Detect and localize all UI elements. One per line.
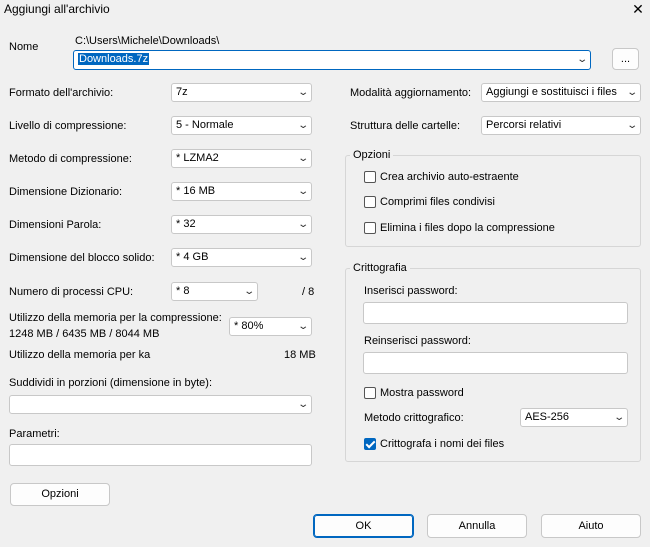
password-label: Inserisci password: <box>364 285 458 297</box>
chevron-down-icon[interactable]: ⌄ <box>576 51 588 68</box>
chevron-down-icon: ⌄ <box>242 286 255 297</box>
checkbox-box[interactable] <box>364 171 376 183</box>
checkbox-checked-icon[interactable] <box>364 438 376 450</box>
encryption-method-label: Metodo crittografico: <box>364 412 464 424</box>
memory-select[interactable]: * 80% ⌄ <box>229 317 312 336</box>
encryption-group-title: Crittografia <box>350 262 410 274</box>
solid-block-select[interactable]: * 4 GB ⌄ <box>171 248 312 267</box>
dictionary-select[interactable]: * 16 MB ⌄ <box>171 182 312 201</box>
browse-button[interactable]: ... <box>612 48 639 70</box>
format-label: Formato dell'archivio: <box>9 87 114 99</box>
chevron-down-icon: ⌄ <box>625 120 638 131</box>
encryption-method-value: AES-256 <box>525 411 570 423</box>
sfx-checkbox-label: Crea archivio auto-estraente <box>380 171 519 183</box>
dictionary-value: * 16 MB <box>176 185 216 197</box>
folder-structure-label: Struttura delle cartelle: <box>350 120 461 132</box>
archive-name-combo[interactable]: Downloads.7z ⌄ <box>73 50 591 70</box>
options-group-title: Opzioni <box>350 149 394 161</box>
solid-block-label: Dimensione del blocco solido: <box>9 252 155 264</box>
name-label: Nome <box>9 41 39 53</box>
method-value: * LZMA2 <box>176 152 219 164</box>
options-button[interactable]: Opzioni <box>10 483 110 506</box>
close-icon[interactable]: ✕ <box>629 0 647 18</box>
word-value: * 32 <box>176 218 196 230</box>
password-confirm-label: Reinserisci password: <box>364 335 471 347</box>
chevron-down-icon: ⌄ <box>296 219 309 230</box>
chevron-down-icon: ⌄ <box>296 252 309 263</box>
method-label: Metodo di compressione: <box>9 153 132 165</box>
shared-files-checkbox-label: Comprimi files condivisi <box>380 196 495 208</box>
chevron-down-icon: ⌄ <box>296 399 309 410</box>
archive-name-value: Downloads.7z <box>78 53 150 65</box>
show-password-checkbox[interactable]: Mostra password <box>364 387 464 399</box>
word-label: Dimensioni Parola: <box>9 219 102 231</box>
ok-button[interactable]: OK <box>313 514 414 538</box>
parameters-input[interactable] <box>9 444 312 466</box>
chevron-down-icon: ⌄ <box>296 321 309 332</box>
level-label: Livello di compressione: <box>9 120 127 132</box>
threads-label: Numero di processi CPU: <box>9 286 134 298</box>
folder-structure-value: Percorsi relativi <box>486 119 562 131</box>
folder-structure-select[interactable]: Percorsi relativi ⌄ <box>481 116 641 135</box>
checkbox-box[interactable] <box>364 196 376 208</box>
password-confirm-input[interactable] <box>363 352 628 374</box>
sfx-checkbox[interactable]: Crea archivio auto-estraente <box>364 171 519 183</box>
window-title: Aggiungi all'archivio <box>4 2 110 16</box>
chevron-down-icon: ⌄ <box>296 87 309 98</box>
memory-label: Utilizzo della memoria per la compressio… <box>9 312 222 324</box>
update-mode-select[interactable]: Aggiungi e sostituisci i files ⌄ <box>481 83 641 102</box>
encryption-method-select[interactable]: AES-256 ⌄ <box>520 408 628 427</box>
update-mode-label: Modalità aggiornamento: <box>350 87 472 99</box>
show-password-label: Mostra password <box>380 387 464 399</box>
threads-select[interactable]: * 8 ⌄ <box>171 282 258 301</box>
chevron-down-icon: ⌄ <box>612 412 625 423</box>
level-value: 5 - Normale <box>176 119 234 131</box>
memory-detail: 1248 MB / 6435 MB / 8044 MB <box>9 328 160 340</box>
password-input[interactable] <box>363 302 628 324</box>
chevron-down-icon: ⌄ <box>625 87 638 98</box>
split-select[interactable]: ⌄ <box>9 395 312 414</box>
word-select[interactable]: * 32 ⌄ <box>171 215 312 234</box>
memory-decompression-label: Utilizzo della memoria per ka <box>9 349 151 361</box>
parameters-label: Parametri: <box>9 428 60 440</box>
threads-max: / 8 <box>302 286 315 298</box>
shared-files-checkbox[interactable]: Comprimi files condivisi <box>364 196 495 208</box>
threads-value: * 8 <box>176 285 190 297</box>
chevron-down-icon: ⌄ <box>296 186 309 197</box>
checkbox-box[interactable] <box>364 222 376 234</box>
method-select[interactable]: * LZMA2 ⌄ <box>171 149 312 168</box>
delete-files-checkbox-label: Elimina i files dopo la compressione <box>380 222 555 234</box>
chevron-down-icon: ⌄ <box>296 120 309 131</box>
checkbox-box[interactable] <box>364 387 376 399</box>
archive-path: C:\Users\Michele\Downloads\ <box>75 35 220 47</box>
split-label: Suddividi in porzioni (dimensione in byt… <box>9 377 212 389</box>
delete-files-checkbox[interactable]: Elimina i files dopo la compressione <box>364 222 555 234</box>
encrypt-names-checkbox[interactable]: Crittografa i nomi dei files <box>364 438 504 450</box>
help-button[interactable]: Aiuto <box>541 514 641 538</box>
memory-decompression-value: 18 MB <box>284 349 316 361</box>
format-select[interactable]: 7z ⌄ <box>171 83 312 102</box>
encrypt-names-label: Crittografa i nomi dei files <box>380 438 505 450</box>
cancel-button[interactable]: Annulla <box>427 514 527 538</box>
format-value: 7z <box>176 86 188 98</box>
dictionary-label: Dimensione Dizionario: <box>9 186 123 198</box>
memory-value: * 80% <box>234 320 264 332</box>
level-select[interactable]: 5 - Normale ⌄ <box>171 116 312 135</box>
update-mode-value: Aggiungi e sostituisci i files <box>486 86 617 98</box>
chevron-down-icon: ⌄ <box>296 153 309 164</box>
solid-block-value: * 4 GB <box>176 251 209 263</box>
